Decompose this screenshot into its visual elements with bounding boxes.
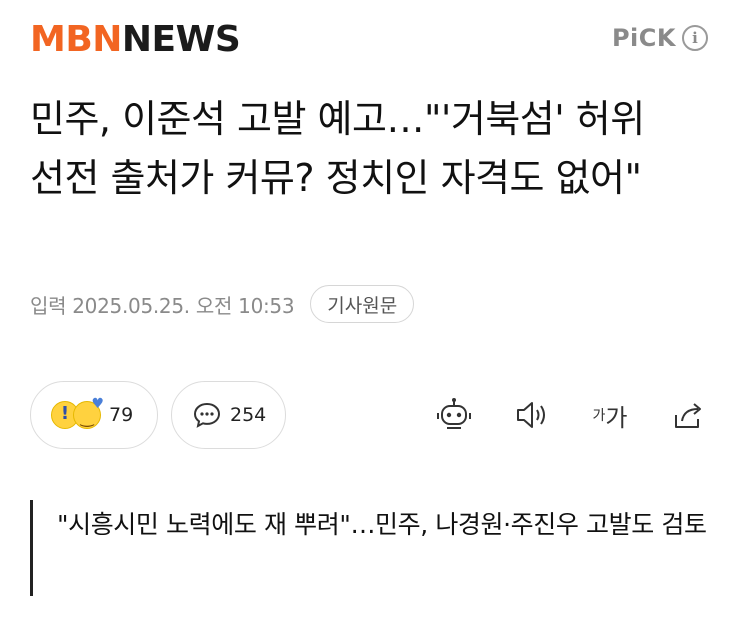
speaker-icon bbox=[517, 402, 545, 428]
header: MBNNEWS PiCK i bbox=[0, 0, 740, 80]
comment-count: 254 bbox=[230, 404, 267, 426]
reaction-count: 79 bbox=[109, 404, 134, 426]
published-date: 입력 2025.05.25. 오전 10:53 bbox=[30, 293, 295, 318]
logo-news: NEWS bbox=[121, 19, 241, 60]
font-size-button[interactable]: 가가 bbox=[590, 395, 630, 435]
article-headline: 민주, 이준석 고발 예고…"'거북섬' 허위 선전 출처가 커뮤? 정치인 자… bbox=[30, 97, 645, 200]
action-bar: 79 254 bbox=[30, 381, 710, 449]
info-icon[interactable]: i bbox=[682, 25, 708, 51]
comment-button[interactable]: 254 bbox=[171, 381, 286, 449]
summary-bot-button[interactable] bbox=[434, 395, 474, 435]
share-button[interactable] bbox=[668, 395, 708, 435]
text-to-speech-button[interactable] bbox=[512, 395, 552, 435]
article-meta: 입력 2025.05.25. 오전 10:53 기사원문 bbox=[30, 285, 415, 323]
bot-icon bbox=[437, 398, 471, 429]
font-size-small-glyph: 가 bbox=[592, 408, 606, 424]
font-size-large-glyph: 가 bbox=[605, 403, 628, 432]
love-emoji-icon bbox=[73, 396, 104, 429]
original-article-button[interactable]: 기사원문 bbox=[310, 285, 415, 323]
pick-label: PiCK bbox=[611, 24, 676, 52]
logo-mbn: MBN bbox=[30, 19, 122, 60]
reaction-button[interactable]: 79 bbox=[30, 381, 158, 449]
share-icon bbox=[675, 403, 701, 428]
article-page: MBNNEWS PiCK i 민주, 이준석 고발 예고…"'거북섬' 허위 선… bbox=[0, 0, 740, 617]
related-article[interactable]: "시흥시민 노력에도 재 뿌려"…민주, 나경원·주진우 고발도 검토 bbox=[30, 500, 710, 596]
pick-badge[interactable]: PiCK i bbox=[612, 24, 708, 52]
related-article-title[interactable]: "시흥시민 노력에도 재 뿌려"…민주, 나경원·주진우 고발도 검토 bbox=[57, 502, 710, 548]
mbn-news-logo[interactable]: MBNNEWS bbox=[30, 18, 241, 62]
comment-icon bbox=[193, 402, 221, 428]
